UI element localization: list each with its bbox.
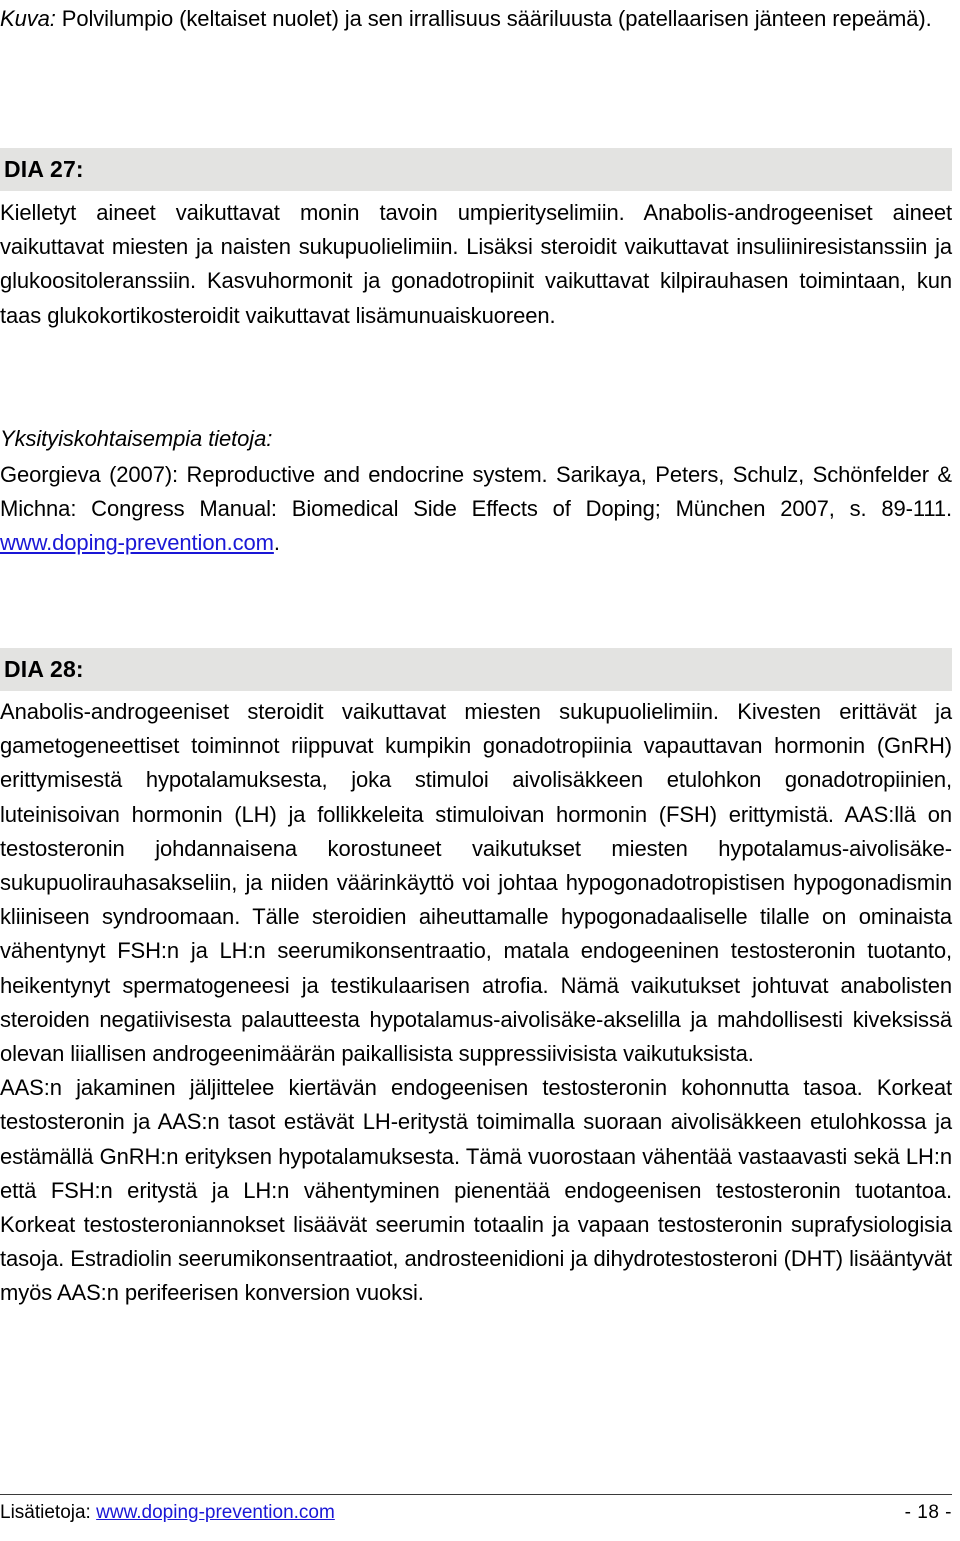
footer-info: Lisätietoja: www.doping-prevention.com <box>0 1501 335 1525</box>
dia-28-heading: DIA 28: <box>4 656 84 682</box>
reference-text-27: Georgieva (2007): Reproductive and endoc… <box>0 458 952 561</box>
section-28-heading-band: DIA 28: <box>0 648 952 691</box>
figure-caption: Kuva: Polvilumpio (keltaiset nuolet) ja … <box>0 2 952 36</box>
dia-27-heading: DIA 27: <box>4 156 84 182</box>
section-27-paragraph-1: Kielletyt aineet vaikuttavat monin tavoi… <box>0 200 952 328</box>
footer-link[interactable]: www.doping-prevention.com <box>96 1502 335 1523</box>
footer-row: Lisätietoja: www.doping-prevention.com -… <box>0 1501 952 1525</box>
section-27-heading-band: DIA 27: <box>0 148 952 191</box>
page-footer: Lisätietoja: www.doping-prevention.com -… <box>0 1494 952 1525</box>
details-heading-27: Yksityiskohtaisempia tietoja: <box>0 426 273 451</box>
footer-divider <box>0 1494 952 1495</box>
dia-28-band: DIA 28: <box>0 648 952 691</box>
figure-caption-label: Kuva: <box>0 6 56 31</box>
footer-prefix: Lisätietoja: <box>0 1502 91 1523</box>
figure-caption-text: Kuva: Polvilumpio (keltaiset nuolet) ja … <box>0 2 952 36</box>
dia-27-band: DIA 27: <box>0 148 952 191</box>
reference-trailing-period: . <box>273 530 280 556</box>
section-27-reference: Georgieva (2007): Reproductive and endoc… <box>0 458 952 561</box>
figure-caption-body: Polvilumpio (keltaiset nuolet) ja sen ir… <box>61 6 932 31</box>
reference-link[interactable]: www.doping-prevention.com <box>0 530 274 555</box>
footer-page-number: - 18 - <box>904 1502 952 1523</box>
section-27-details-heading-wrap: Yksityiskohtaisempia tietoja: <box>0 422 952 456</box>
section-27-body: Kielletyt aineet vaikuttavat monin tavoi… <box>0 196 952 333</box>
section-28-paragraph-1: Anabolis-androgeeniset steroidit vaikutt… <box>0 699 952 1067</box>
document-page: Kuva: Polvilumpio (keltaiset nuolet) ja … <box>0 0 960 1541</box>
section-28-body: Anabolis-androgeeniset steroidit vaikutt… <box>0 695 952 1311</box>
reference-body: Georgieva (2007): Reproductive and endoc… <box>0 462 952 522</box>
section-28-paragraph-2: AAS:n jakaminen jäljittelee kiertävän en… <box>0 1075 952 1306</box>
